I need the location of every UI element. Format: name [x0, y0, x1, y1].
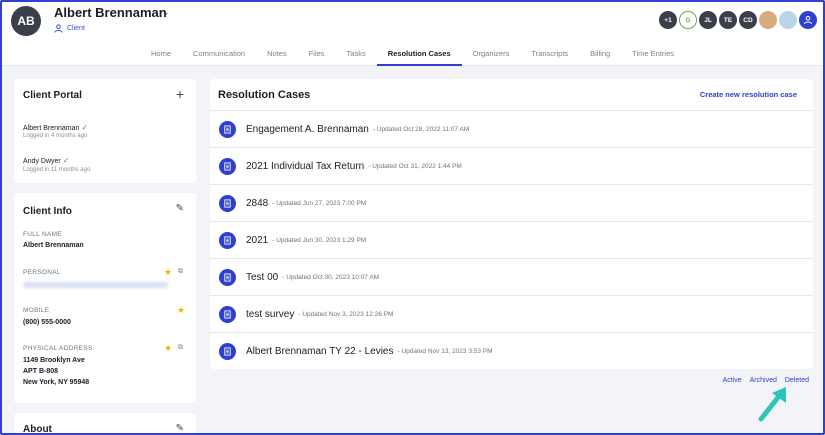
personal-email-redacted	[23, 282, 168, 288]
client-tabs: Home Communication Notes Files Tasks Res…	[2, 46, 823, 66]
star-icon[interactable]: ★	[164, 267, 172, 278]
portal-user-status: Logged in 11 months ago	[23, 167, 91, 173]
tab-home[interactable]: Home	[140, 46, 182, 66]
about-card: About ✎	[14, 413, 196, 435]
tab-time-entries[interactable]: Time Entries	[621, 46, 685, 66]
tab-transcripts[interactable]: Transcripts	[520, 46, 579, 66]
tab-resolution-cases[interactable]: Resolution Cases	[376, 46, 462, 66]
tab-communication[interactable]: Communication	[182, 46, 256, 66]
edit-pencil-icon[interactable]: ✎	[176, 423, 184, 433]
app-window: AB Albert Brennaman ⌄ Client +1 G JL TE …	[0, 0, 825, 435]
client-header: AB Albert Brennaman ⌄ Client +1 G JL TE …	[2, 2, 823, 66]
portal-user: Andy Dwyer ✓	[23, 156, 69, 165]
case-name[interactable]: Test 00	[246, 272, 278, 283]
case-name[interactable]: Albert Brennaman TY 22 - Levies	[246, 346, 394, 357]
case-name[interactable]: test survey	[246, 309, 294, 320]
check-circle-icon: ✓	[62, 156, 70, 165]
team-avatar[interactable]: CD	[739, 11, 757, 29]
tab-organizers[interactable]: Organizers	[462, 46, 521, 66]
add-portal-user-icon[interactable]: +	[176, 86, 184, 102]
client-info-card: Client Info ✎ FULL NAME Albert Brennaman…	[14, 193, 196, 403]
team-avatar[interactable]: JL	[699, 11, 717, 29]
personal-label: PERSONAL	[23, 269, 61, 276]
team-avatar[interactable]: TE	[719, 11, 737, 29]
case-updated: - Updated Nov 13, 2023 3:53 PM	[397, 347, 493, 355]
case-row[interactable]: 2848 - Updated Jun 27, 2023 7:00 PM	[210, 184, 813, 221]
annotation-arrow-icon	[755, 385, 789, 430]
case-name[interactable]: 2021	[246, 235, 268, 246]
copy-icon[interactable]: ⧉	[178, 344, 183, 352]
mobile-value: (800) 555-0000	[23, 319, 71, 326]
team-avatar[interactable]: G	[679, 11, 697, 29]
case-name[interactable]: 2848	[246, 198, 268, 209]
portal-user-name: Andy Dwyer	[23, 158, 61, 165]
star-icon[interactable]: ★	[177, 305, 185, 316]
team-avatar-more[interactable]: +1	[659, 11, 677, 29]
document-icon	[219, 268, 236, 286]
person-icon	[54, 24, 63, 33]
tab-tasks[interactable]: Tasks	[336, 46, 377, 66]
address-line: New York, NY 95948	[23, 379, 90, 386]
team-avatars: +1 G JL TE CD	[659, 11, 817, 29]
edit-pencil-icon[interactable]: ✎	[176, 203, 184, 214]
portal-user-name: Albert Brennaman	[23, 125, 80, 132]
check-circle-icon: ✓	[81, 123, 89, 132]
case-name[interactable]: 2021 Individual Tax Return	[246, 161, 364, 172]
case-updated: - Updated Oct 30, 2023 10:07 AM	[282, 273, 380, 281]
mobile-label: MOBILE	[23, 307, 50, 314]
portal-user: Albert Brennaman ✓	[23, 123, 88, 132]
resolution-cases-title: Resolution Cases	[218, 89, 311, 101]
tab-billing[interactable]: Billing	[579, 46, 621, 66]
document-icon	[219, 194, 236, 212]
case-updated: - Updated Jun 27, 2023 7:00 PM	[272, 199, 367, 207]
case-row[interactable]: Albert Brennaman TY 22 - Levies - Update…	[210, 332, 813, 369]
document-icon	[219, 231, 236, 249]
address-label: PHYSICAL ADDRESS	[23, 345, 93, 352]
create-resolution-case-link[interactable]: Create new resolution case	[700, 90, 797, 99]
document-icon	[219, 120, 236, 138]
case-row[interactable]: 2021 - Updated Jun 30, 2023 1:29 PM	[210, 221, 813, 258]
tab-files[interactable]: Files	[298, 46, 336, 66]
case-updated: - Updated Oct 31, 2022 1:44 PM	[368, 162, 462, 170]
client-name: Albert Brennaman	[54, 5, 167, 20]
case-updated: - Updated Jun 30, 2023 1:29 PM	[272, 236, 367, 244]
document-icon	[219, 305, 236, 323]
manage-team-icon[interactable]	[799, 11, 817, 29]
case-name[interactable]: Engagement A. Brennaman	[246, 124, 369, 135]
team-avatar-photo[interactable]	[759, 11, 777, 29]
full-name-value: Albert Brennaman	[23, 242, 84, 249]
case-updated: - Updated Oct 28, 2022 11:07 AM	[372, 125, 470, 133]
full-name-label: FULL NAME	[23, 231, 62, 238]
team-avatar-photo[interactable]	[779, 11, 797, 29]
case-row[interactable]: Test 00 - Updated Oct 30, 2023 10:07 AM	[210, 258, 813, 295]
star-icon[interactable]: ★	[164, 343, 172, 354]
client-type-link[interactable]: Client	[54, 24, 85, 33]
case-filter-links: Active Archived Deleted	[723, 377, 809, 384]
document-icon	[219, 342, 236, 360]
chevron-down-icon[interactable]: ⌄	[162, 7, 170, 18]
tab-notes[interactable]: Notes	[256, 46, 298, 66]
copy-icon[interactable]: ⧉	[178, 268, 183, 276]
filter-deleted-link[interactable]: Deleted	[785, 377, 809, 384]
client-info-title: Client Info	[23, 206, 72, 217]
document-icon	[219, 157, 236, 175]
resolution-cases-panel: Resolution Cases Create new resolution c…	[210, 79, 813, 369]
filter-archived-link[interactable]: Archived	[750, 377, 777, 384]
filter-active-link[interactable]: Active	[723, 377, 742, 384]
case-row[interactable]: test survey - Updated Nov 3, 2023 12:26 …	[210, 295, 813, 332]
client-portal-title: Client Portal	[23, 90, 82, 101]
case-row[interactable]: Engagement A. Brennaman - Updated Oct 28…	[210, 110, 813, 147]
case-row[interactable]: 2021 Individual Tax Return - Updated Oct…	[210, 147, 813, 184]
about-title: About	[23, 424, 52, 435]
portal-user-status: Logged in 4 months ago	[23, 133, 88, 139]
case-updated: - Updated Nov 3, 2023 12:26 PM	[298, 310, 394, 318]
address-line: APT B-808	[23, 368, 59, 375]
client-type-label: Client	[67, 25, 85, 32]
address-line: 1149 Brooklyn Ave	[23, 357, 85, 364]
client-portal-card: Client Portal + Albert Brennaman ✓ Logged…	[14, 79, 196, 183]
client-avatar: AB	[11, 6, 41, 36]
